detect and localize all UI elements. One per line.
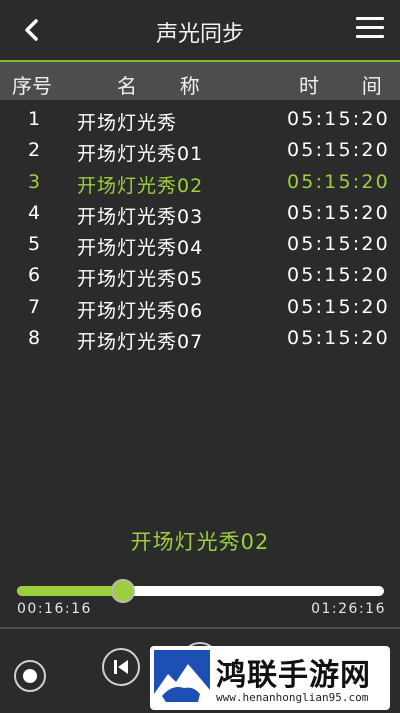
song-name: 开场灯光秀03 [77,205,204,228]
song-row[interactable]: 5 开场灯光秀04 05:15:20 [0,229,400,260]
song-row[interactable]: 4 开场灯光秀03 05:15:20 [0,198,400,229]
skip-previous-icon [114,660,128,674]
song-time: 05:15:20 [287,201,390,224]
hamburger-menu-icon[interactable] [356,17,384,43]
progress-handle[interactable] [111,579,136,603]
column-header-name: 名 称 [117,74,210,98]
total-time: 01:26:16 [311,601,386,617]
song-name: 开场灯光秀06 [77,299,204,322]
song-name: 开场灯光秀02 [77,174,204,197]
previous-track-button[interactable] [102,648,140,686]
song-time: 05:15:20 [287,295,390,318]
song-time: 05:15:20 [287,327,390,350]
song-name: 开场灯光秀07 [77,331,204,354]
song-row[interactable]: 7 开场灯光秀06 05:15:20 [0,292,400,323]
record-icon[interactable] [14,660,46,692]
watermark-title: 鸿联手游网 [216,658,371,693]
watermark: 鸿联手游网 www.henanhonglian95.com [150,646,390,710]
song-list: 1 开场灯光秀 05:15:20 2 开场灯光秀01 05:15:20 3 开场灯光秀02 05… [0,104,400,354]
song-time: 05:15:20 [287,264,390,287]
song-name: 开场灯光秀 [77,112,178,134]
song-row[interactable]: 8 开场灯光秀07 05:15:20 [0,323,400,354]
song-no: 2 [27,139,41,162]
song-time: 05:15:20 [287,233,390,256]
song-row[interactable]: 3 开场灯光秀02 05:15:20 [0,167,400,198]
song-name: 开场灯光秀04 [77,237,204,260]
song-no: 6 [27,264,41,287]
song-name: 开场灯光秀05 [77,268,204,291]
song-no: 5 [27,233,41,256]
table-header: 序号 名 称 时 间 [0,62,400,100]
song-no: 8 [27,327,41,350]
now-playing-title: 开场灯光秀02 [130,530,270,554]
song-no: 3 [27,170,41,193]
song-no: 4 [27,201,41,224]
progress-slider[interactable] [17,579,384,603]
column-header-time: 时 间 [299,74,392,98]
page-title: 声光同步 [155,22,244,47]
bull-logo-icon [154,650,210,706]
progress-fill [17,586,124,596]
current-time: 00:16:16 [17,601,92,617]
app-header: 声光同步 [0,0,400,62]
song-time: 05:15:20 [287,139,390,162]
song-name: 开场灯光秀01 [77,143,204,166]
song-time: 05:15:20 [287,170,390,193]
song-no: 1 [27,108,41,130]
column-header-no: 序号 [12,74,52,98]
song-row[interactable]: 2 开场灯光秀01 05:15:20 [0,135,400,166]
song-no: 7 [27,295,41,318]
song-row[interactable]: 6 开场灯光秀05 05:15:20 [0,260,400,291]
song-row[interactable]: 1 开场灯光秀 05:15:20 [0,104,400,135]
song-time: 05:15:20 [287,108,390,130]
watermark-url: www.henanhonglian95.com [216,691,369,704]
